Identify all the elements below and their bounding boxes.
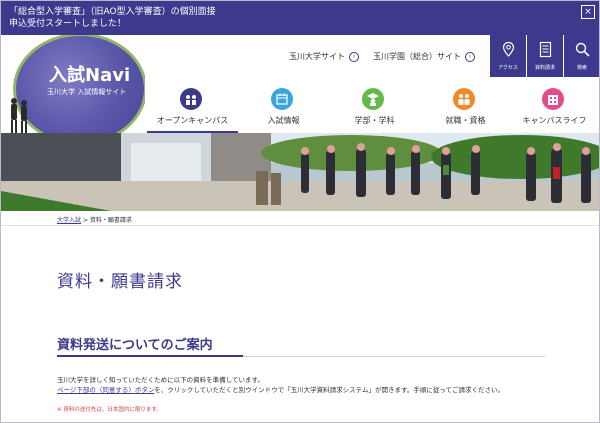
campus-icon bbox=[180, 88, 202, 110]
intro-text: 玉川大学を詳しく知っていただくために以下の資料を準備しています。 bbox=[57, 376, 264, 384]
site-logo[interactable]: 入試Navi 玉川大学 入試情報サイト bbox=[3, 35, 145, 145]
access-button[interactable]: アクセス bbox=[489, 35, 526, 77]
nav-open-campus[interactable]: オープンキャンパス bbox=[147, 85, 238, 133]
graduate-icon bbox=[362, 88, 384, 110]
section-underline bbox=[243, 356, 545, 357]
section-title: 資料発送についてのご案内 bbox=[57, 338, 213, 353]
instruction-text: ページ下部の〈同意する〉ボタンを、クリックしていただくと別ウインドウで「玉川大学… bbox=[57, 386, 504, 395]
nav-campus-life[interactable]: キャンパスライフ bbox=[509, 85, 599, 133]
campus-photo bbox=[1, 133, 599, 211]
arrow-right-icon: › bbox=[349, 51, 359, 62]
nav-label: キャンパスライフ bbox=[522, 116, 587, 125]
request-materials-label: 資料請求 bbox=[534, 65, 555, 71]
logo-subtitle: 玉川大学 入試情報サイト bbox=[47, 88, 127, 96]
nav-label: オープンキャンパス bbox=[156, 116, 229, 125]
access-label: アクセス bbox=[498, 65, 518, 71]
nav-label: 入試情報 bbox=[267, 116, 300, 125]
search-icon bbox=[575, 42, 590, 57]
search-label: 検索 bbox=[576, 65, 587, 71]
notice-line-1[interactable]: 「総合型入学審査」（旧AO型入学審査）の個別面接 bbox=[9, 6, 593, 18]
divider bbox=[1, 225, 599, 226]
request-materials-button[interactable]: 資料請求 bbox=[526, 35, 563, 77]
instruction-text-rest: を、クリックしていただくと別ウインドウで「玉川大学資料請求システム」が開きます。… bbox=[154, 386, 505, 394]
domestic-only-note: ※ 資料の送付先は、日本国内に限ります。 bbox=[57, 407, 162, 413]
breadcrumb-separator: > bbox=[82, 217, 88, 224]
nav-label: 学部・学科 bbox=[354, 116, 395, 125]
toplink-label: 玉川学園（総合）サイト bbox=[373, 52, 461, 61]
page-title: 資料・願書請求 bbox=[57, 272, 183, 292]
nav-label: 就職・資格 bbox=[445, 116, 486, 125]
breadcrumb-current: 資料・願書請求 bbox=[89, 217, 132, 224]
building-icon bbox=[542, 88, 564, 110]
close-icon[interactable]: × bbox=[581, 5, 595, 19]
breadcrumb: 大学入試 > 資料・願書請求 bbox=[57, 215, 132, 224]
nav-career[interactable]: 就職・資格 bbox=[420, 85, 511, 133]
nav-faculties[interactable]: 学部・学科 bbox=[329, 85, 420, 133]
toplink-label: 玉川大学サイト bbox=[289, 52, 345, 61]
breadcrumb-home-link[interactable]: 大学入試 bbox=[57, 217, 81, 224]
page-frame: 「総合型入学審査」（旧AO型入学審査）の個別面接 申込受付スタートしました！ ×… bbox=[0, 0, 600, 423]
arrow-right-icon: › bbox=[465, 51, 475, 62]
calendar-icon bbox=[271, 88, 293, 110]
section-underline-accent bbox=[57, 355, 243, 357]
logo-title: 入試Navi bbox=[49, 65, 131, 86]
notice-bar[interactable]: 「総合型入学審査」（旧AO型入学審査）の個別面接 申込受付スタートしました！ × bbox=[1, 1, 599, 35]
search-button[interactable]: 検索 bbox=[563, 35, 599, 77]
tamagawa-gakuen-link[interactable]: 玉川学園（総合）サイト › bbox=[373, 51, 475, 62]
agree-button-anchor-link[interactable]: ページ下部の〈同意する〉ボタン bbox=[57, 386, 154, 394]
document-icon bbox=[539, 41, 552, 58]
tamagawa-university-link[interactable]: 玉川大学サイト › bbox=[289, 51, 359, 62]
nav-admissions-info[interactable]: 入試情報 bbox=[238, 85, 329, 133]
notice-line-2[interactable]: 申込受付スタートしました！ bbox=[9, 18, 593, 30]
people-icon bbox=[453, 88, 475, 110]
map-pin-icon bbox=[502, 41, 515, 57]
